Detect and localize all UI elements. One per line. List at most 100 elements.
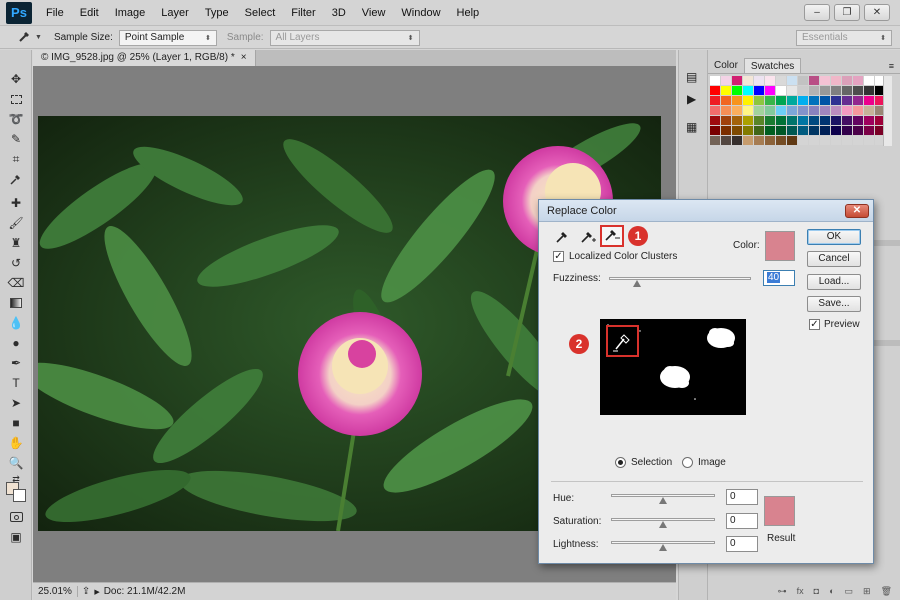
rectangle-tool-icon[interactable]: ■ [6, 414, 26, 432]
hue-input[interactable]: 0 [726, 489, 758, 505]
sampled-color-swatch[interactable] [765, 231, 795, 261]
healing-brush-tool-icon[interactable]: ✚ [6, 194, 26, 212]
status-dropdown-icon[interactable]: ▶ [94, 588, 103, 596]
load-button[interactable]: Load... [807, 274, 861, 290]
document-tab[interactable]: © IMG_9528.jpg @ 25% (Layer 1, RGB/8) * … [33, 50, 256, 66]
eyedropper-plus-icon[interactable] [580, 230, 596, 247]
swatch[interactable] [732, 126, 742, 135]
swatch[interactable] [765, 116, 775, 125]
localized-checkbox[interactable]: ✓ [553, 251, 564, 262]
swatch[interactable] [710, 126, 720, 135]
image-radio-option[interactable]: Image [682, 457, 726, 468]
swatch[interactable] [743, 116, 753, 125]
swatch[interactable] [809, 86, 819, 95]
menu-select[interactable]: Select [237, 0, 284, 26]
swatch[interactable] [831, 86, 841, 95]
swatch[interactable] [798, 126, 808, 135]
mask-icon[interactable]: ◘ [814, 586, 819, 600]
sample-size-dropdown[interactable]: Point Sample ⬍ [118, 29, 217, 46]
workspace-dropdown[interactable]: Essentials ⬍ [796, 29, 892, 46]
close-window-button[interactable]: ✕ [864, 4, 890, 21]
type-tool-icon[interactable]: T [6, 374, 26, 392]
swatch[interactable] [743, 126, 753, 135]
minimize-button[interactable]: – [804, 4, 830, 21]
swatch[interactable] [798, 76, 808, 85]
swatch[interactable] [721, 116, 731, 125]
swatch[interactable] [842, 96, 852, 105]
quick-selection-tool-icon[interactable]: ✎ [6, 130, 26, 148]
swatch[interactable] [743, 86, 753, 95]
swatch[interactable] [765, 96, 775, 105]
swatch[interactable] [710, 86, 720, 95]
swatch[interactable] [853, 136, 863, 145]
swatch[interactable] [831, 126, 841, 135]
swatch[interactable] [831, 106, 841, 115]
move-tool-icon[interactable]: ✥ [6, 70, 26, 88]
swatch[interactable] [842, 116, 852, 125]
menu-file[interactable]: File [38, 0, 72, 26]
close-tab-icon[interactable]: × [241, 50, 247, 66]
swatch[interactable] [853, 76, 863, 85]
swatch[interactable] [864, 76, 874, 85]
swatch[interactable] [820, 116, 830, 125]
swatch[interactable] [721, 126, 731, 135]
swatch[interactable] [710, 106, 720, 115]
swatch[interactable] [776, 116, 786, 125]
properties-panel-icon[interactable]: ▦ [686, 120, 697, 134]
quick-mask-icon[interactable] [6, 508, 26, 526]
dialog-title[interactable]: Replace Color [539, 200, 873, 222]
swatch[interactable] [820, 86, 830, 95]
saturation-slider-thumb[interactable] [659, 521, 667, 528]
swatch[interactable] [798, 116, 808, 125]
selection-radio-option[interactable]: Selection [615, 457, 672, 468]
cancel-button[interactable]: Cancel [807, 251, 861, 267]
ok-button[interactable]: OK [807, 229, 861, 245]
swatch[interactable] [787, 76, 797, 85]
lightness-input[interactable]: 0 [726, 536, 758, 552]
swatch[interactable] [798, 96, 808, 105]
swatch[interactable] [743, 106, 753, 115]
eyedropper-minus-button[interactable] [600, 225, 624, 247]
swatch[interactable] [798, 106, 808, 115]
swatch[interactable] [820, 126, 830, 135]
saturation-input[interactable]: 0 [726, 513, 758, 529]
eyedropper-icon[interactable] [555, 230, 569, 247]
image-radio[interactable] [682, 457, 693, 468]
swatch[interactable] [820, 106, 830, 115]
hand-tool-icon[interactable]: ✋ [6, 434, 26, 452]
swatch[interactable] [743, 76, 753, 85]
swatch[interactable] [743, 96, 753, 105]
swatch[interactable] [743, 136, 753, 145]
crop-tool-icon[interactable]: ⌗ [6, 150, 26, 168]
sample-layers-dropdown[interactable]: All Layers ⬍ [269, 29, 420, 46]
swatch[interactable] [842, 126, 852, 135]
menu-layer[interactable]: Layer [153, 0, 197, 26]
swatch[interactable] [721, 86, 731, 95]
swatch[interactable] [809, 96, 819, 105]
swatch[interactable] [787, 116, 797, 125]
fx-icon[interactable]: fx [797, 586, 804, 600]
history-panel-icon[interactable]: ▤ [686, 70, 697, 84]
swatch[interactable] [842, 76, 852, 85]
swatch[interactable] [732, 106, 742, 115]
trash-icon[interactable]: 🗑 [881, 586, 892, 600]
swatches-scrollbar[interactable] [883, 76, 892, 146]
panel-menu-icon[interactable]: ≡ [889, 58, 894, 73]
save-button[interactable]: Save... [807, 296, 861, 312]
swatch[interactable] [754, 116, 764, 125]
blur-tool-icon[interactable]: 💧 [6, 314, 26, 332]
swatch[interactable] [710, 136, 720, 145]
swatch[interactable] [765, 136, 775, 145]
menu-3d[interactable]: 3D [324, 0, 354, 26]
preset-dropdown-icon[interactable]: ▼ [35, 34, 42, 41]
swatch[interactable] [820, 96, 830, 105]
swatch[interactable] [765, 86, 775, 95]
swatch[interactable] [831, 116, 841, 125]
swatch[interactable] [732, 96, 742, 105]
swatch[interactable] [754, 126, 764, 135]
swatch[interactable] [853, 106, 863, 115]
screen-mode-icon[interactable]: ▣ [6, 528, 26, 546]
swatch[interactable] [864, 96, 874, 105]
path-selection-tool-icon[interactable]: ➤ [6, 394, 26, 412]
tab-color[interactable]: Color [708, 58, 744, 73]
